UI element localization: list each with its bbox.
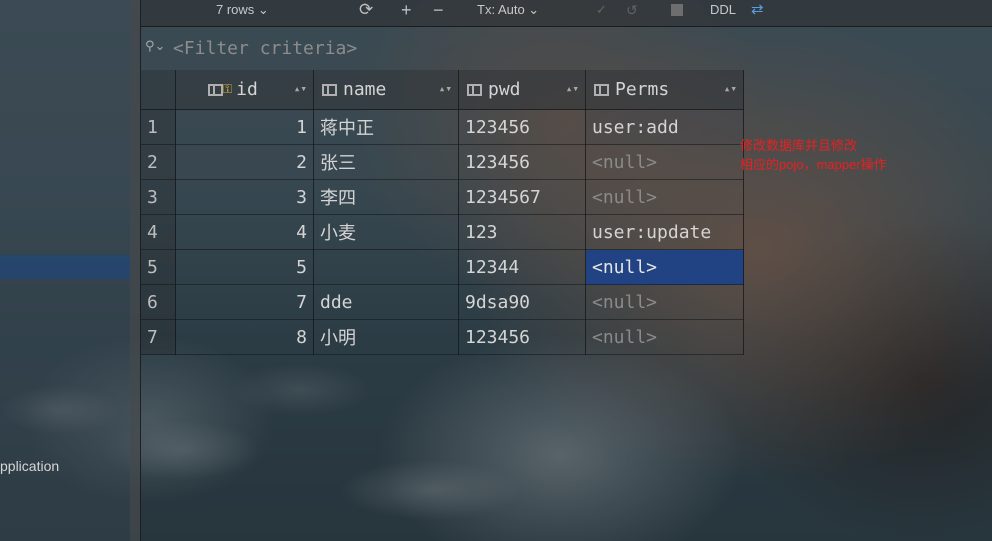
project-tree-selected-row[interactable] xyxy=(0,255,130,279)
refresh-icon[interactable]: ⟳ xyxy=(359,0,373,20)
revert-icon[interactable]: ↺ xyxy=(626,0,638,20)
column-header-id[interactable]: ⚿ id ▴▾ xyxy=(175,70,314,110)
table-row[interactable]: 1 1 蒋中正 123456 user:add xyxy=(141,109,744,145)
project-tree-item[interactable]: pplication xyxy=(0,458,59,474)
row-number[interactable]: 6 xyxy=(141,284,176,320)
sort-icon[interactable]: ▴▾ xyxy=(439,82,452,95)
cell-pwd[interactable]: 12344 xyxy=(458,249,586,285)
project-panel-scrollbar[interactable] xyxy=(130,0,140,541)
transaction-mode-dropdown[interactable]: Tx: Auto ⌄ xyxy=(477,0,539,20)
table-row[interactable]: 4 4 小麦 123 user:update xyxy=(141,214,744,250)
column-header-pwd[interactable]: pwd ▴▾ xyxy=(458,70,586,110)
table-row[interactable]: 2 2 张三 123456 <null> xyxy=(141,144,744,180)
cell-pwd[interactable]: 123456 xyxy=(458,109,586,145)
row-number[interactable]: 7 xyxy=(141,319,176,355)
row-number[interactable]: 5 xyxy=(141,249,176,285)
row-number[interactable]: 3 xyxy=(141,179,176,215)
cell-id[interactable]: 8 xyxy=(175,319,314,355)
row-number[interactable]: 2 xyxy=(141,144,176,180)
cell-perms-selected[interactable]: <null> xyxy=(585,249,744,285)
sort-icon[interactable]: ▴▾ xyxy=(294,82,307,95)
compare-icon[interactable]: ⇄ xyxy=(751,0,764,20)
table-toolbar: 7 rows ⌄ ⟳ + − Tx: Auto ⌄ ✓ ↺ DDL ⇄ xyxy=(141,0,992,27)
table-row[interactable]: 7 8 小明 123456 <null> xyxy=(141,319,744,355)
header-row: ⚿ id ▴▾ name ▴▾ pwd ▴▾ Perms ▴▾ xyxy=(141,70,744,110)
table-row[interactable]: 6 7 dde 9dsa90 <null> xyxy=(141,284,744,320)
column-header-perms[interactable]: Perms ▴▾ xyxy=(585,70,744,110)
column-icon xyxy=(208,84,223,96)
cell-pwd[interactable]: 1234567 xyxy=(458,179,586,215)
column-icon xyxy=(467,84,482,96)
cell-name[interactable]: dde xyxy=(313,284,459,320)
cell-id[interactable]: 2 xyxy=(175,144,314,180)
ddl-button[interactable]: DDL xyxy=(710,0,736,20)
cell-name[interactable]: 蒋中正 xyxy=(313,109,459,145)
row-number-header xyxy=(141,70,176,110)
cell-id[interactable]: 7 xyxy=(175,284,314,320)
cell-perms[interactable]: <null> xyxy=(585,144,744,180)
cell-id[interactable]: 3 xyxy=(175,179,314,215)
cell-id[interactable]: 5 xyxy=(175,249,314,285)
cell-pwd[interactable]: 123 xyxy=(458,214,586,250)
cell-name[interactable] xyxy=(313,249,459,285)
column-icon xyxy=(594,84,609,96)
cell-pwd[interactable]: 123456 xyxy=(458,319,586,355)
column-header-name[interactable]: name ▴▾ xyxy=(313,70,459,110)
row-number[interactable]: 1 xyxy=(141,109,176,145)
cell-name[interactable]: 李四 xyxy=(313,179,459,215)
cell-perms[interactable]: user:add xyxy=(585,109,744,145)
table-row[interactable]: 5 5 12344 <null> xyxy=(141,249,744,285)
cell-id[interactable]: 4 xyxy=(175,214,314,250)
filter-bar: ⚲⌄ <Filter criteria> xyxy=(141,26,992,70)
annotation-text: 修改数据库并且修改 相应的pojo，mapper操作 xyxy=(740,138,887,172)
cell-perms[interactable]: user:update xyxy=(585,214,744,250)
filter-icon[interactable]: ⚲⌄ xyxy=(145,39,165,54)
filter-input[interactable]: <Filter criteria> xyxy=(173,38,357,59)
table-row[interactable]: 3 3 李四 1234567 <null> xyxy=(141,179,744,215)
cell-name[interactable]: 小明 xyxy=(313,319,459,355)
cell-pwd[interactable]: 123456 xyxy=(458,144,586,180)
rows-count-dropdown[interactable]: 7 rows ⌄ xyxy=(216,0,269,20)
column-icon xyxy=(322,84,337,96)
check-icon[interactable]: ✓ xyxy=(596,0,607,20)
row-number[interactable]: 4 xyxy=(141,214,176,250)
sort-icon[interactable]: ▴▾ xyxy=(566,82,579,95)
cell-name[interactable]: 小麦 xyxy=(313,214,459,250)
plus-icon[interactable]: + xyxy=(401,0,412,20)
key-icon: ⚿ xyxy=(223,82,233,96)
stop-icon[interactable] xyxy=(671,4,683,16)
cell-perms[interactable]: <null> xyxy=(585,179,744,215)
sort-icon[interactable]: ▴▾ xyxy=(724,82,737,95)
cell-perms[interactable]: <null> xyxy=(585,319,744,355)
cell-name[interactable]: 张三 xyxy=(313,144,459,180)
data-grid: ⚿ id ▴▾ name ▴▾ pwd ▴▾ Perms ▴▾ 1 1 蒋中正 1… xyxy=(141,70,744,355)
minus-icon[interactable]: − xyxy=(433,0,444,20)
cell-perms[interactable]: <null> xyxy=(585,284,744,320)
cell-id[interactable]: 1 xyxy=(175,109,314,145)
cell-pwd[interactable]: 9dsa90 xyxy=(458,284,586,320)
